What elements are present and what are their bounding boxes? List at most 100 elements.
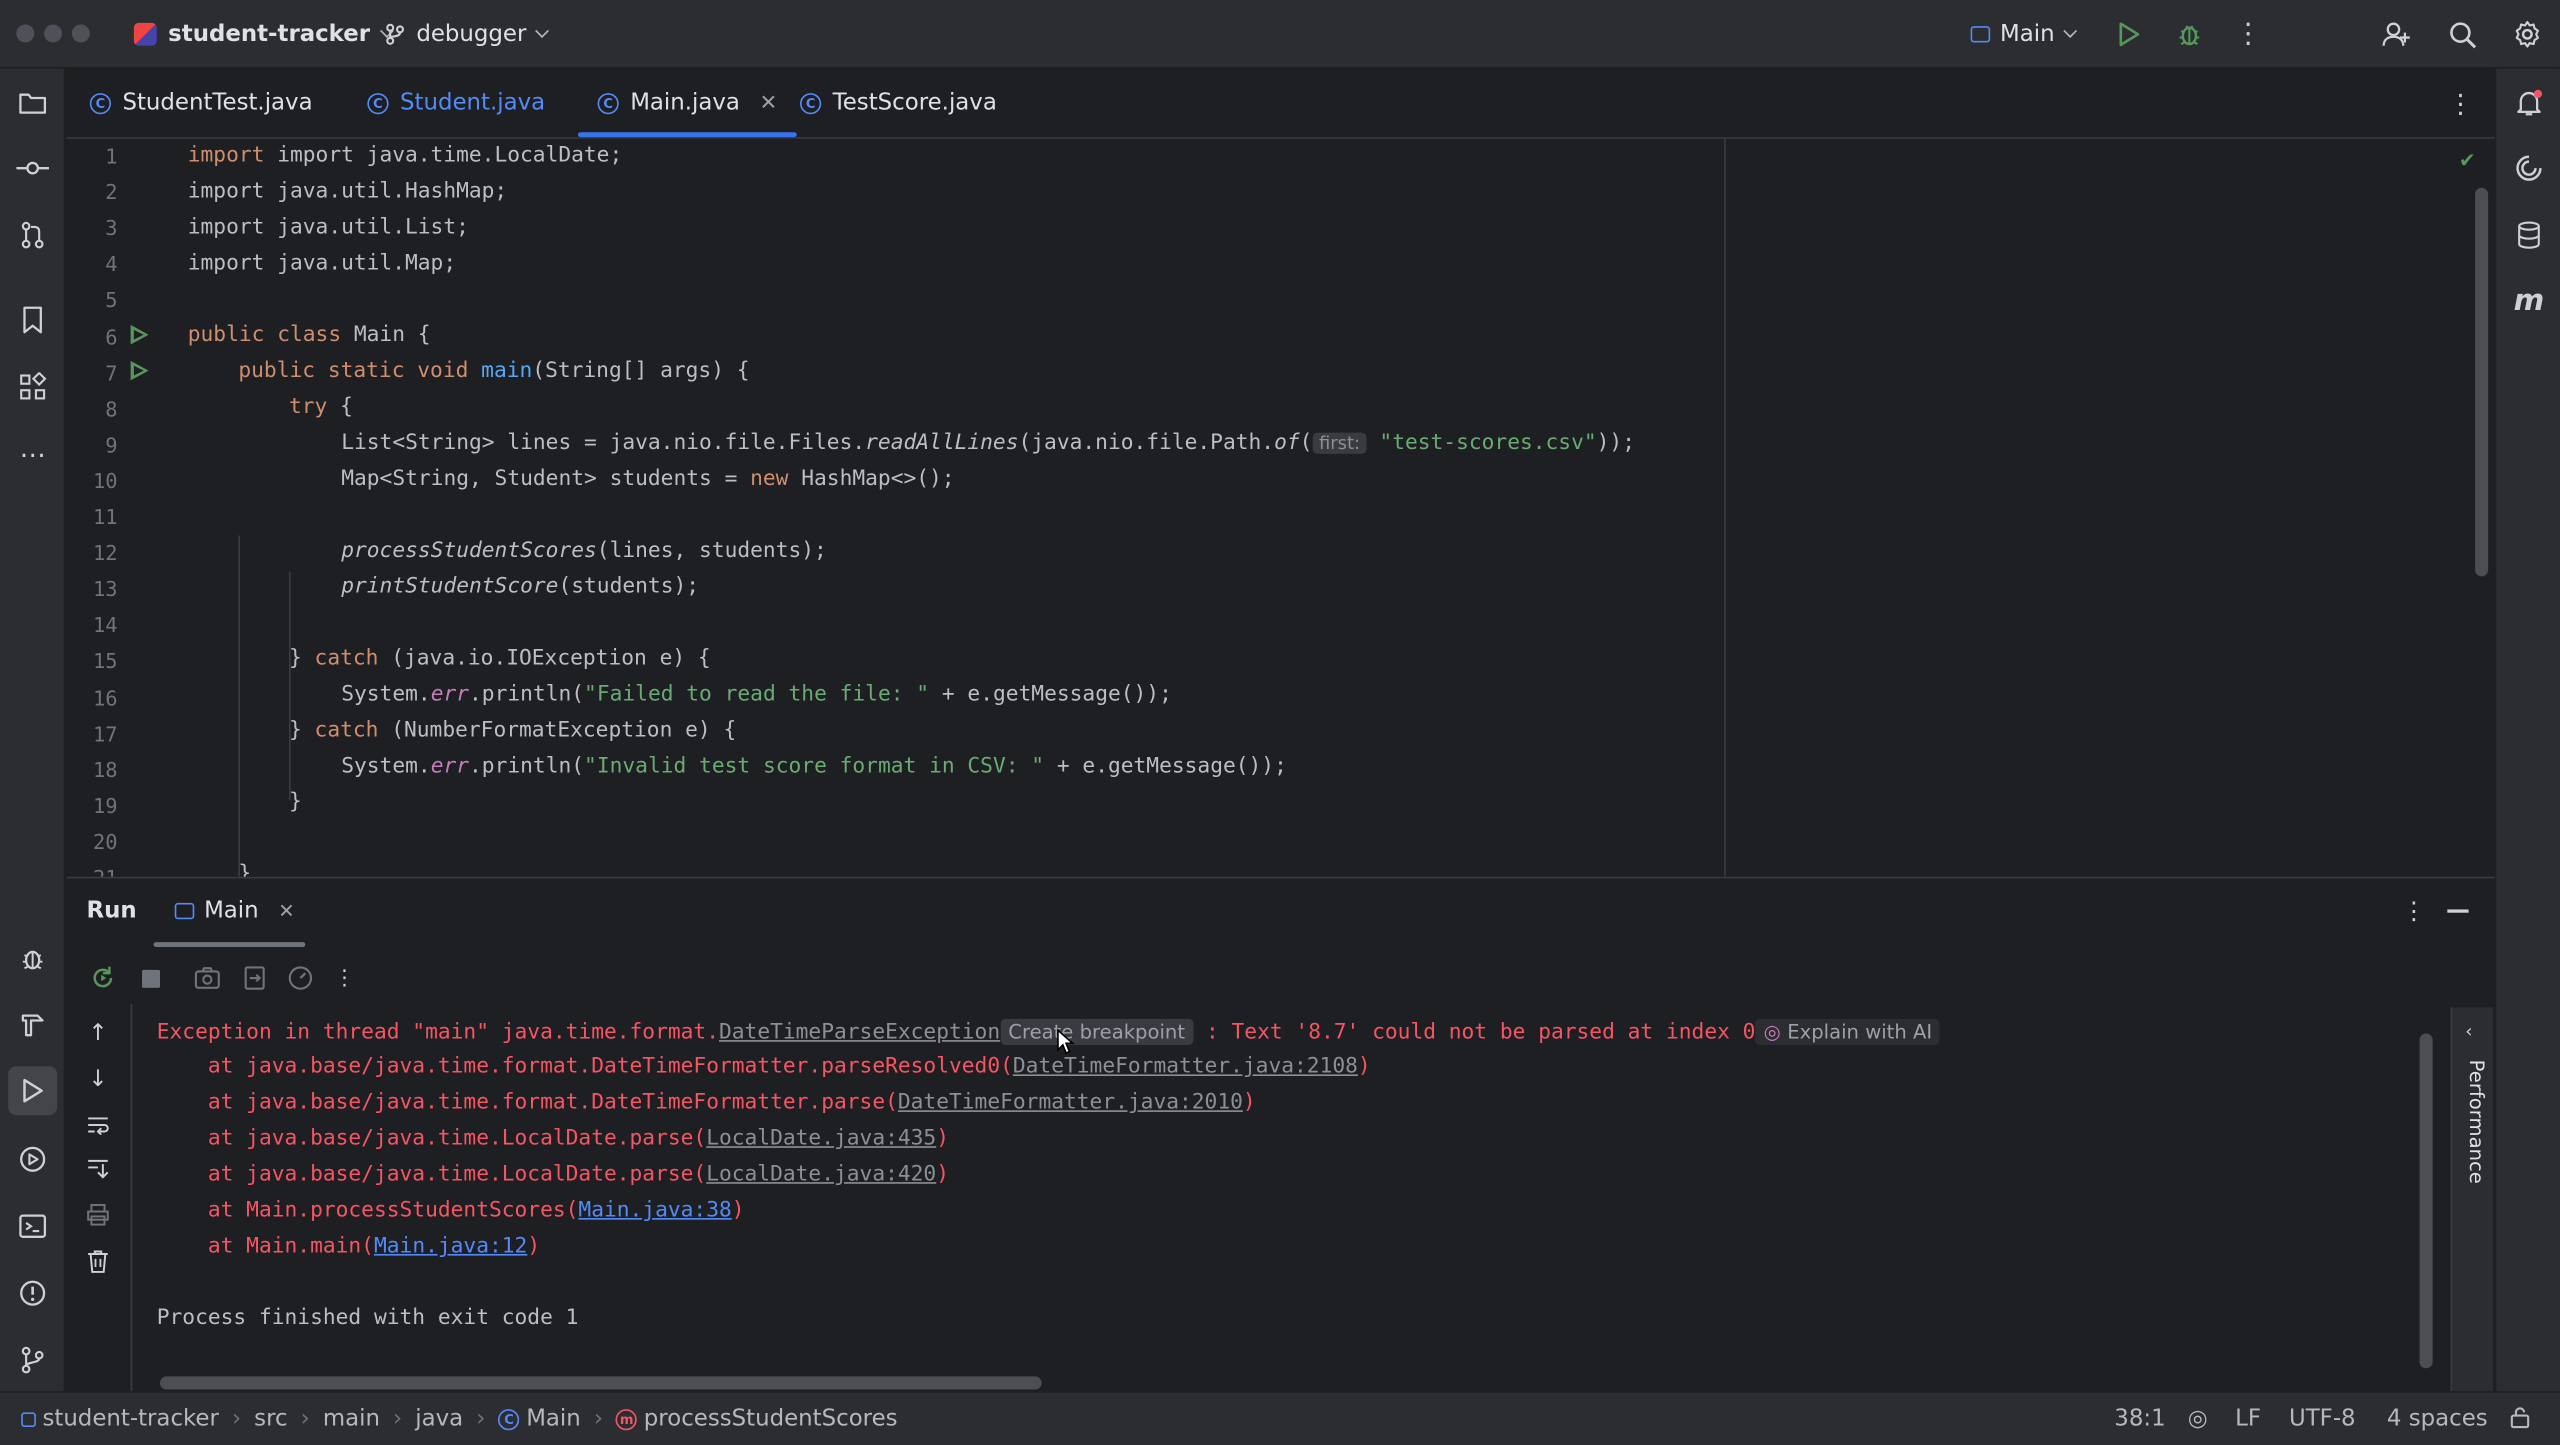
run-config-selector[interactable]: Main	[1970, 0, 2078, 69]
breadcrumb-java[interactable]: java	[415, 1406, 463, 1432]
source-link[interactable]: LocalDate.java:420	[706, 1163, 936, 1187]
run-icon[interactable]	[2111, 16, 2147, 52]
line-number: 6	[105, 324, 118, 349]
settings-icon[interactable]	[2509, 16, 2545, 52]
tab-student[interactable]: C Student.java	[367, 69, 545, 138]
editor-scrollbar[interactable]	[2475, 187, 2489, 577]
arrow-up-icon[interactable]: ↑	[83, 1019, 112, 1048]
bookmarks-icon[interactable]	[15, 302, 51, 338]
pull-requests-icon[interactable]	[15, 217, 51, 253]
console-horizontal-scrollbar[interactable]	[159, 1376, 1042, 1390]
breadcrumb-src[interactable]: src	[254, 1406, 287, 1432]
code-editor[interactable]: ✔ 123456789101112131415161718192021 impo…	[66, 138, 2495, 877]
caret-position[interactable]: 38:1	[2114, 1406, 2165, 1432]
source-link[interactable]: DateTimeFormatter.java:2108	[1013, 1055, 1358, 1079]
indent-setting[interactable]: 4 spaces	[2387, 1406, 2488, 1432]
code-text: }	[238, 862, 252, 877]
breadcrumb-project[interactable]: student-tracker	[42, 1406, 218, 1432]
breadcrumb-main[interactable]: main	[323, 1406, 380, 1432]
code-text: (lines, students);	[596, 538, 827, 564]
export-icon[interactable]	[240, 963, 269, 992]
breadcrumb-class[interactable]: Main	[526, 1406, 581, 1432]
stop-icon[interactable]	[136, 963, 165, 992]
scroll-to-end-icon[interactable]	[83, 1154, 112, 1183]
more-tools-icon[interactable]: ⋯	[15, 436, 51, 472]
more-icon[interactable]: ⋮	[2230, 16, 2266, 52]
trash-icon[interactable]	[83, 1246, 112, 1275]
line-separator[interactable]: LF	[2235, 1406, 2261, 1432]
close-icon[interactable]: ✕	[760, 91, 778, 115]
camera-icon[interactable]	[193, 963, 222, 992]
maven-icon[interactable]: m	[2511, 282, 2547, 318]
source-link[interactable]: LocalDate.java:435	[706, 1127, 936, 1151]
panel-options-icon[interactable]: ⋮	[2402, 896, 2426, 925]
debug-tool-icon[interactable]	[15, 940, 51, 976]
console-text: at Main.main(	[156, 1234, 374, 1259]
services-icon[interactable]	[15, 1141, 51, 1177]
hide-panel-icon[interactable]	[2447, 909, 2469, 912]
chevron-left-icon[interactable]: ‹	[2465, 1020, 2472, 1041]
database-icon[interactable]	[2511, 217, 2547, 253]
more-icon[interactable]: ⋮	[330, 963, 359, 992]
tabs-more-icon[interactable]: ⋮	[2447, 69, 2473, 138]
soft-wrap-icon[interactable]	[83, 1110, 112, 1139]
ai-assistant-icon[interactable]	[2511, 150, 2547, 186]
commit-icon[interactable]	[15, 150, 51, 186]
code-line-1: import import java.time.LocalDate;	[187, 143, 623, 169]
branch-selector[interactable]: debugger	[384, 0, 550, 69]
run-method-gutter-icon[interactable]	[130, 360, 149, 381]
run-tab-main[interactable]: Main ✕	[174, 898, 295, 924]
run-class-gutter-icon[interactable]	[130, 324, 149, 345]
build-icon[interactable]	[15, 1007, 51, 1043]
terminal-icon[interactable]	[15, 1208, 51, 1244]
code-keyword: public static void	[238, 359, 469, 384]
notifications-icon[interactable]	[2511, 85, 2547, 121]
source-link[interactable]: Main.java:38	[578, 1198, 731, 1222]
tab-label: Student.java	[399, 89, 546, 116]
code-text: Map<String, Student> students =	[341, 466, 751, 492]
tab-testscore[interactable]: C TestScore.java	[799, 69, 997, 138]
close-icon[interactable]: ✕	[278, 900, 294, 923]
console-text: )	[527, 1234, 541, 1259]
breadcrumb-method[interactable]: processStudentScores	[644, 1406, 898, 1432]
file-encoding[interactable]: UTF-8	[2289, 1406, 2356, 1432]
code-text: System.	[341, 754, 431, 779]
source-link[interactable]: DateTimeFormatter.java:2010	[898, 1091, 1243, 1115]
code-keyword: catch	[314, 646, 379, 672]
minimize-window-button[interactable]	[44, 24, 63, 43]
git-icon[interactable]	[15, 1342, 51, 1378]
profiler-icon[interactable]	[286, 963, 315, 992]
arrow-down-icon[interactable]: ↓	[83, 1065, 112, 1094]
exception-class-link[interactable]: DateTimeParseException	[719, 1020, 1000, 1044]
project-selector[interactable]: student-tracker	[133, 0, 394, 69]
project-folder-icon[interactable]	[15, 85, 51, 121]
project-name: student-tracker	[168, 21, 371, 48]
problems-icon[interactable]	[15, 1275, 51, 1311]
code-text: + e.getMessage());	[1044, 754, 1287, 779]
search-icon[interactable]	[2444, 16, 2480, 52]
source-link[interactable]: Main.java:12	[374, 1234, 527, 1258]
tab-main[interactable]: C Main.java ✕	[577, 69, 798, 138]
add-user-icon[interactable]	[2379, 16, 2415, 52]
explain-with-ai-button[interactable]: ◎ Explain with AI	[1755, 1018, 1941, 1045]
debug-icon[interactable]	[2171, 16, 2207, 52]
ai-status-icon[interactable]: ◎	[2188, 1406, 2208, 1432]
code-text: }	[288, 718, 315, 743]
code-line-9: List<String> lines = java.nio.file.Files…	[341, 431, 1635, 455]
line-number: 4	[105, 251, 118, 277]
code-line-6: public class Main {	[188, 323, 431, 347]
run-tool-icon[interactable]	[8, 1066, 58, 1116]
rerun-icon[interactable]	[88, 963, 117, 992]
print-icon[interactable]	[83, 1200, 112, 1229]
explain-ai-label: Explain with AI	[1787, 1020, 1933, 1044]
create-breakpoint-popup[interactable]: Create breakpoint	[1000, 1018, 1194, 1045]
lock-icon[interactable]	[2509, 1406, 2530, 1429]
console-vertical-scrollbar[interactable]	[2419, 1033, 2433, 1369]
performance-panel-tab[interactable]: ‹ Performance	[2450, 1007, 2494, 1393]
tab-studenttest[interactable]: C StudentTest.java	[89, 69, 313, 138]
structure-icon[interactable]	[15, 369, 51, 405]
code-keyword: new	[750, 466, 789, 492]
console-text: at java.base/java.time.format.DateTimeFo…	[156, 1090, 898, 1116]
zoom-window-button[interactable]	[71, 24, 90, 43]
close-window-button[interactable]	[16, 24, 35, 43]
